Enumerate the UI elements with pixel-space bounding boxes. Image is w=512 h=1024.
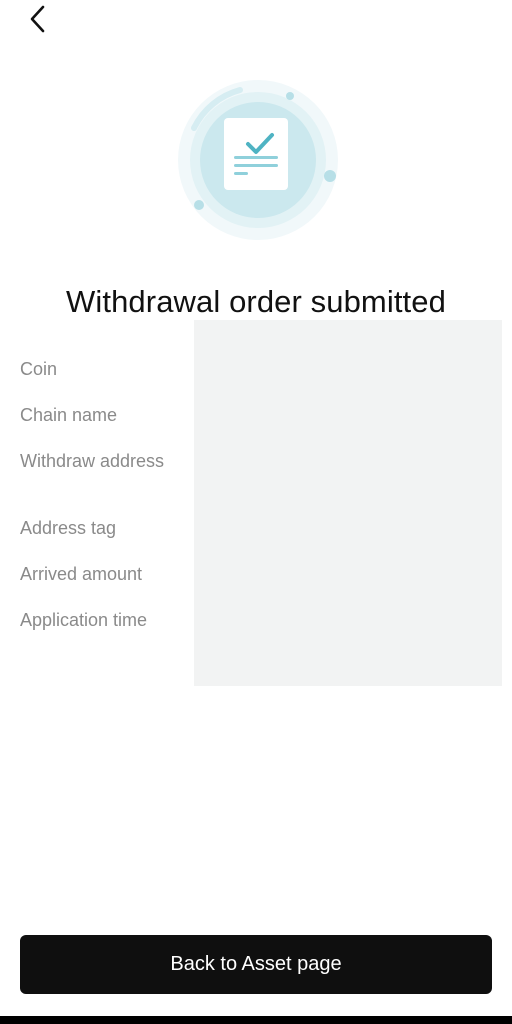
details-values-panel: [194, 320, 502, 686]
detail-label-coin: Coin: [20, 359, 58, 379]
detail-label-chain-name: Chain name: [20, 405, 118, 425]
page-title: Withdrawal order submitted: [66, 284, 446, 319]
success-illustration: [170, 72, 346, 248]
withdrawal-details: Coin Chain name Withdraw address Address…: [0, 320, 512, 690]
detail-label-application-time: Application time: [20, 610, 148, 630]
back-to-asset-page-button[interactable]: Back to Asset page: [20, 935, 492, 994]
detail-label-arrived-amount: Arrived amount: [20, 564, 143, 584]
document-check-icon: [178, 80, 338, 240]
back-button[interactable]: [20, 2, 56, 36]
chevron-left-icon: [30, 5, 45, 33]
detail-label-withdraw-address: Withdraw address: [20, 451, 165, 471]
detail-label-address-tag: Address tag: [20, 518, 117, 538]
system-navigation-bar: [0, 1016, 512, 1024]
